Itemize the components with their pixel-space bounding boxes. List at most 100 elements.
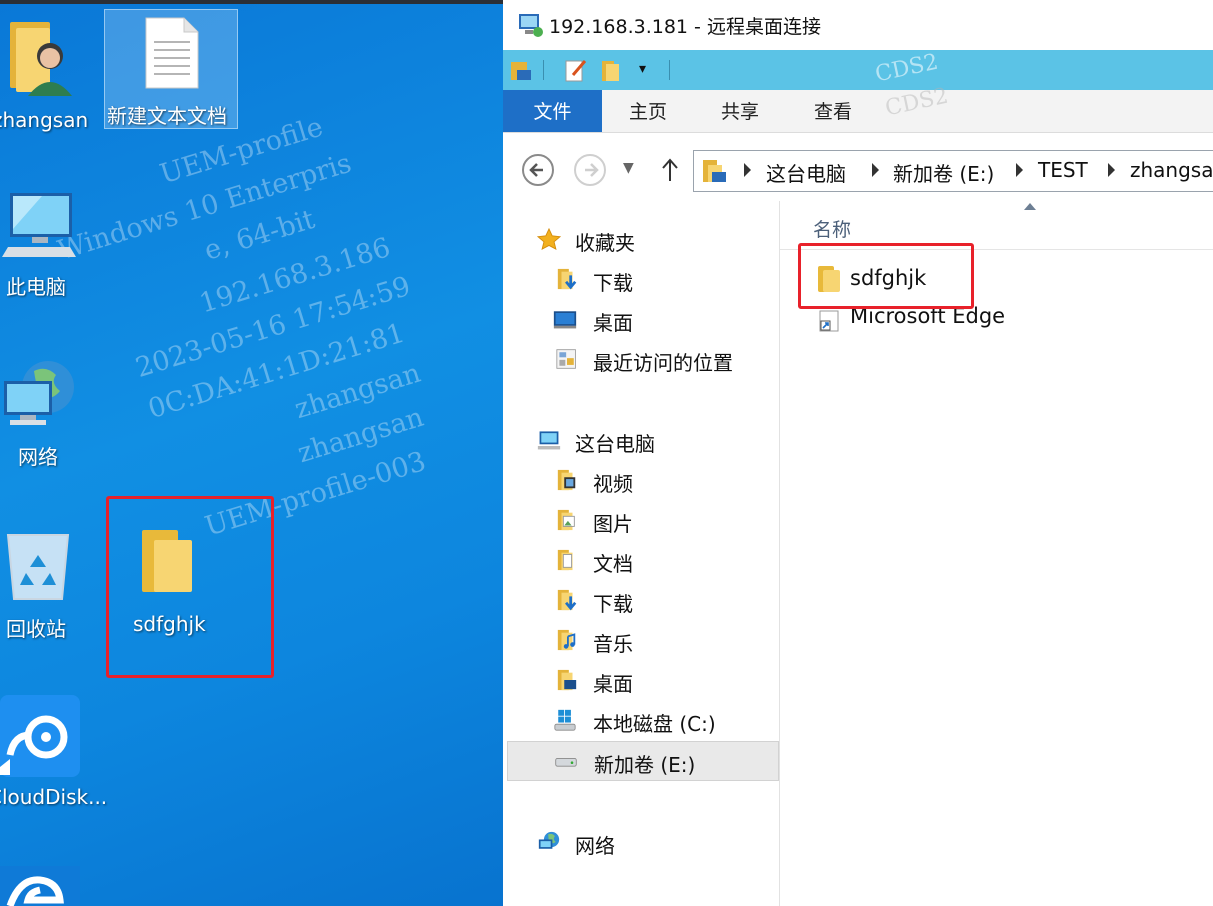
- nav-label: 收藏夹: [575, 231, 635, 255]
- desktop-icon-label: 此电脑: [6, 275, 66, 299]
- watermark-line: e, 64-bit: [200, 203, 319, 267]
- desktop-icon-label: 新建文本文档: [107, 104, 227, 128]
- breadcrumb-separator-icon: [872, 163, 879, 177]
- desktop-folder-icon: [557, 669, 577, 691]
- nav-this-pc[interactable]: 这台电脑: [503, 421, 777, 459]
- tab-view[interactable]: 查看: [798, 90, 868, 132]
- desktop-screen-icon: [553, 311, 577, 329]
- recent-places-icon: [556, 349, 576, 369]
- tab-share[interactable]: 共享: [705, 90, 775, 132]
- user-folder-icon: [10, 22, 72, 96]
- sort-ascending-icon: [1024, 203, 1036, 210]
- desktop-icon-clouddisk[interactable]: CloudDisk...: [0, 695, 107, 815]
- remote-watermark: CDS2: [873, 49, 941, 88]
- text-document-icon: [145, 17, 199, 89]
- breadcrumb-separator-icon: [1016, 163, 1023, 177]
- desktop-icon-new-text-document[interactable]: 新建文本文档: [104, 10, 236, 128]
- documents-folder-icon: [557, 549, 573, 571]
- recycle-bin-icon: [6, 534, 70, 600]
- highlight-box-desktop-folder: [106, 496, 274, 678]
- breadcrumb-this-pc[interactable]: 这台电脑: [766, 158, 846, 187]
- nav-pc-videos[interactable]: 视频: [503, 461, 777, 499]
- pc-folder-icon: [703, 160, 726, 182]
- nav-pc-pictures[interactable]: 图片: [503, 501, 777, 539]
- nav-favorites-desktop[interactable]: 桌面: [503, 300, 777, 338]
- pictures-folder-icon: [557, 509, 575, 531]
- remote-desktop-icon: [519, 14, 543, 37]
- navigation-pane: 收藏夹 下载 桌面 最近访问的位置 这台电脑 视频 图片 文档 下载 音乐 桌面…: [503, 201, 780, 906]
- cloud-disk-icon: [0, 695, 80, 777]
- nav-label: 桌面: [593, 311, 633, 335]
- explorer-icon[interactable]: [509, 58, 533, 82]
- nav-pc-music[interactable]: 音乐: [503, 621, 777, 659]
- address-bar[interactable]: 这台电脑 新加卷 (E:) TEST zhangsa: [693, 150, 1213, 192]
- remote-desktop-window: 192.168.3.181 - 远程桌面连接 ▾ CDS2 文件 主页 共享 查…: [503, 0, 1213, 906]
- back-button-icon[interactable]: [521, 153, 555, 187]
- breadcrumb-drive-e[interactable]: 新加卷 (E:): [893, 158, 994, 187]
- downloads-folder-icon: [557, 268, 577, 290]
- desktop-icon-label: zhangsan: [0, 108, 89, 132]
- network-globe-icon: [538, 831, 560, 849]
- up-arrow-icon[interactable]: [661, 157, 679, 183]
- desktop-icon-recycle-bin[interactable]: 回收站: [0, 525, 80, 645]
- new-folder-icon[interactable]: [599, 58, 623, 82]
- desktop-icon-label: 回收站: [6, 617, 66, 641]
- top-strip: [0, 0, 503, 4]
- nav-network[interactable]: 网络: [503, 823, 777, 861]
- nav-pc-downloads[interactable]: 下载: [503, 581, 777, 619]
- watermark-line: 2023-05-16 17:54:59: [132, 270, 415, 384]
- nav-label: 下载: [593, 271, 633, 295]
- downloads-folder-icon: [557, 589, 577, 611]
- breadcrumb-zhangsan[interactable]: zhangsa: [1130, 158, 1213, 182]
- desktop-watermark: UEM-profile Windows 10 Enterpris e, 64-b…: [40, 56, 503, 566]
- navigation-bar: ▼ 这台电脑 新加卷 (E:) TEST zhangsa: [503, 133, 1213, 201]
- network-globe-icon: [4, 361, 74, 425]
- desktop-icon-zhangsan[interactable]: zhangsan: [0, 10, 100, 132]
- edge-icon: [0, 866, 80, 906]
- breadcrumb-test[interactable]: TEST: [1038, 158, 1088, 182]
- nav-pc-drive-e[interactable]: 新加卷 (E:): [507, 741, 779, 781]
- computer-icon: [537, 431, 561, 450]
- windows-drive-icon: [554, 709, 576, 731]
- nav-label: 视频: [593, 472, 633, 496]
- nav-label: 图片: [593, 512, 633, 536]
- toolbar-separator: [543, 60, 544, 80]
- nav-label: 网络: [575, 834, 615, 858]
- ribbon-tabs: 文件 主页 共享 查看 CDS2: [503, 84, 1213, 133]
- shortcut-icon: [819, 310, 839, 332]
- recent-locations-chevron-icon[interactable]: ▼: [623, 160, 634, 176]
- column-header-label: 名称: [813, 219, 852, 241]
- nav-pc-drive-c[interactable]: 本地磁盘 (C:): [503, 701, 777, 739]
- desktop-icon-label: CloudDisk...: [0, 785, 108, 809]
- watermark-line: zhangsan: [291, 357, 425, 426]
- tab-file[interactable]: 文件: [503, 90, 602, 132]
- desktop: UEM-profile Windows 10 Enterpris e, 64-b…: [0, 0, 503, 906]
- star-icon: [537, 228, 561, 250]
- breadcrumb-separator-icon: [1108, 163, 1115, 177]
- nav-favorites-downloads[interactable]: 下载: [503, 260, 777, 298]
- nav-favorites[interactable]: 收藏夹: [503, 220, 777, 258]
- properties-icon[interactable]: [563, 57, 589, 83]
- remote-desktop-titlebar[interactable]: 192.168.3.181 - 远程桌面连接: [503, 0, 1213, 50]
- customize-dropdown-icon[interactable]: ▾: [639, 62, 651, 76]
- nav-favorites-recent[interactable]: 最近访问的位置: [503, 340, 777, 378]
- highlight-box-remote-folder: [798, 243, 974, 309]
- window-title: 192.168.3.181 - 远程桌面连接: [549, 16, 821, 38]
- music-folder-icon: [557, 629, 576, 651]
- desktop-icon-network[interactable]: 网络: [0, 355, 80, 475]
- drive-icon: [555, 757, 577, 767]
- nav-pc-desktop[interactable]: 桌面: [503, 661, 777, 699]
- desktop-icon-label: 网络: [18, 445, 58, 469]
- watermark-line: 192.168.3.186: [195, 232, 394, 320]
- desktop-icon-edge[interactable]: [0, 866, 80, 906]
- desktop-icon-this-pc[interactable]: 此电脑: [0, 185, 80, 305]
- nav-label: 文档: [593, 552, 633, 576]
- nav-label: 最近访问的位置: [593, 351, 733, 375]
- nav-label: 桌面: [593, 672, 633, 696]
- nav-label: 这台电脑: [575, 432, 655, 456]
- forward-button-icon[interactable]: [573, 153, 607, 187]
- quick-access-toolbar: ▾ CDS2: [503, 50, 1213, 90]
- nav-pc-documents[interactable]: 文档: [503, 541, 777, 579]
- computer-icon: [2, 193, 76, 257]
- tab-home[interactable]: 主页: [613, 90, 683, 132]
